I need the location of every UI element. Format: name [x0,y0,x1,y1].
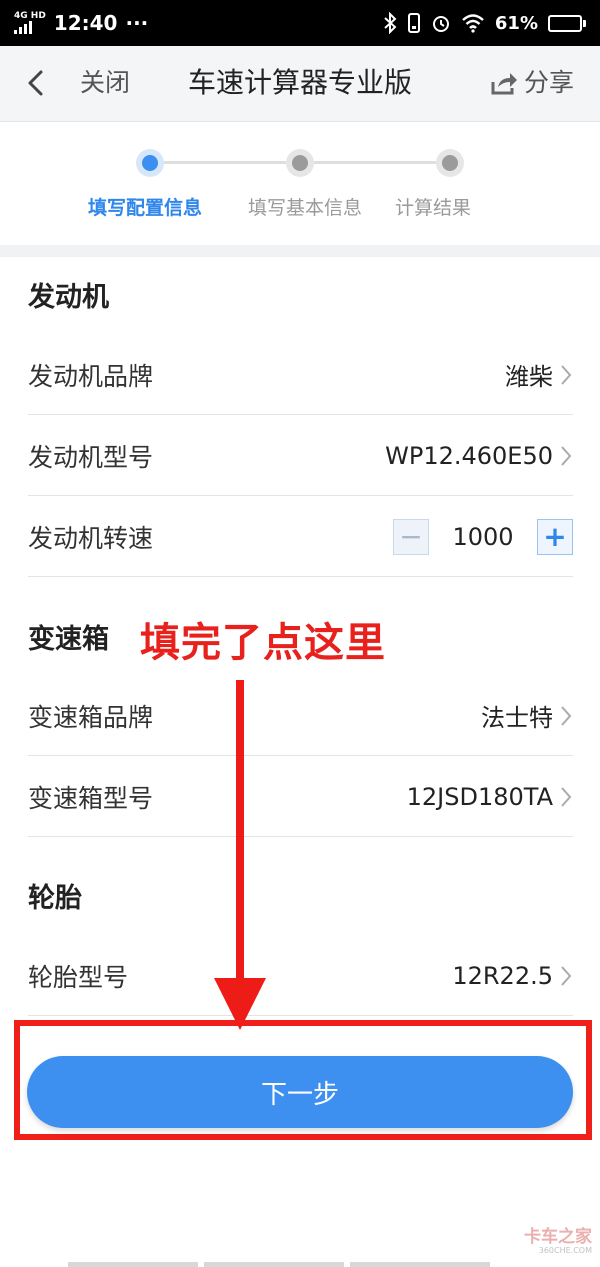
engine-brand-row[interactable]: 发动机品牌 潍柴 [28,335,573,415]
status-bar: 4G HD 12:40 ··· 61% [0,0,600,46]
chevron-right-icon [561,705,572,726]
watermark-url: 360CHE.COM [538,1246,592,1255]
network-type: 4G HD [14,11,46,21]
tire-model-label: 轮胎型号 [28,962,129,992]
signal-indicator: 4G HD [14,12,46,34]
engine-model-label: 发动机型号 [28,442,154,472]
chevron-right-icon [561,364,572,385]
engine-model-value: WP12.460E50 [385,441,553,470]
watermark-text: 卡车之家 [524,1227,592,1247]
step-dot-2 [286,149,314,177]
step-label-result: 计算结果 [395,197,472,219]
step-label-basic: 填写基本信息 [248,197,363,219]
step-dot-1 [136,149,164,177]
gearbox-brand-value: 法士特 [481,704,553,732]
tire-model-value: 12R22.5 [452,961,553,990]
chevron-right-icon [561,965,572,986]
share-icon [491,73,517,95]
nav-bar: 关闭 车速计算器专业版 分享 [0,46,600,122]
progress-steps: 填写配置信息 填写基本信息 计算结果 [0,123,600,245]
back-arrow-icon[interactable] [22,68,52,98]
share-label: 分享 [523,68,574,97]
watermark: 卡车之家 360CHE.COM [512,1228,592,1256]
step-connector [314,161,436,164]
bottom-strip [68,1262,198,1267]
annotation-text: 填完了点这里 [140,620,386,666]
bluetooth-icon [384,12,397,34]
vibrate-icon [407,13,420,33]
share-button[interactable]: 分享 [490,68,574,98]
next-step-button[interactable]: 下一步 [27,1056,573,1128]
bottom-strip [204,1262,344,1267]
gearbox-brand-label: 变速箱品牌 [28,702,154,732]
wifi-icon [462,14,484,33]
chevron-right-icon [561,445,572,466]
decrement-button[interactable]: − [393,518,429,555]
engine-speed-label: 发动机转速 [28,523,154,553]
engine-section-title: 发动机 [28,282,109,313]
gearbox-model-row[interactable]: 变速箱型号 12JSD180TA [28,757,573,837]
tire-model-row[interactable]: 轮胎型号 12R22.5 [28,936,573,1016]
engine-speed-value[interactable]: 1000 [429,523,537,551]
tire-section-title: 轮胎 [28,883,82,914]
status-time: 12:40 [53,11,118,35]
gearbox-brand-row[interactable]: 变速箱品牌 法士特 [28,676,573,756]
engine-brand-label: 发动机品牌 [28,361,154,391]
bottom-strip [350,1262,490,1267]
page-title: 车速计算器专业版 [187,66,412,99]
gearbox-model-value: 12JSD180TA [406,782,553,811]
chevron-right-icon [561,786,572,807]
signal-icon [14,21,32,34]
step-dot-3 [436,149,464,177]
battery-icon [548,14,586,32]
close-button[interactable]: 关闭 [80,68,130,98]
section-divider [0,245,600,257]
engine-model-row[interactable]: 发动机型号 WP12.460E50 [28,416,573,496]
status-more: ··· [125,11,149,35]
step-connector [164,161,286,164]
engine-speed-stepper: − 1000 + [393,518,573,555]
gearbox-model-label: 变速箱型号 [28,783,154,813]
annotation-arrow-icon [214,680,266,1030]
gearbox-section-title: 变速箱 [28,624,109,655]
battery-percent: 61% [494,12,538,34]
engine-brand-value: 潍柴 [505,363,553,391]
alarm-icon [432,16,449,32]
increment-button[interactable]: + [537,518,573,555]
step-label-config: 填写配置信息 [88,197,203,219]
engine-speed-row: 发动机转速 − 1000 + [28,497,573,577]
